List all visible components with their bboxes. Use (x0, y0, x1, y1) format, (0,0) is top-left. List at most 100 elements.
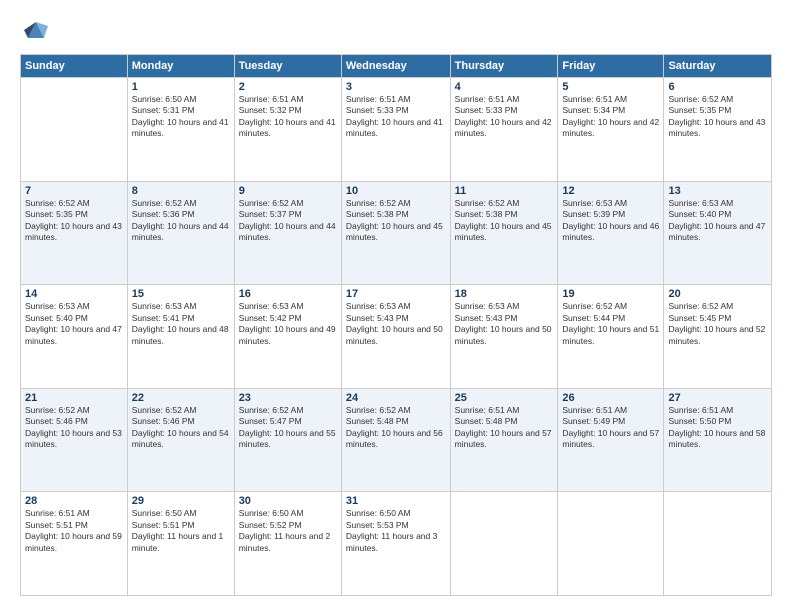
day-cell: 5Sunrise: 6:51 AMSunset: 5:34 PMDaylight… (558, 78, 664, 182)
day-cell: 9Sunrise: 6:52 AMSunset: 5:37 PMDaylight… (234, 181, 341, 285)
day-info: Sunrise: 6:52 AMSunset: 5:44 PMDaylight:… (562, 301, 659, 347)
weekday-header-wednesday: Wednesday (341, 55, 450, 78)
day-info: Sunrise: 6:52 AMSunset: 5:36 PMDaylight:… (132, 198, 230, 244)
day-number: 14 (25, 288, 123, 300)
day-number: 25 (455, 392, 554, 404)
week-row-5: 28Sunrise: 6:51 AMSunset: 5:51 PMDayligh… (21, 492, 772, 596)
weekday-header-sunday: Sunday (21, 55, 128, 78)
day-cell (21, 78, 128, 182)
header (20, 16, 772, 44)
day-info: Sunrise: 6:51 AMSunset: 5:48 PMDaylight:… (455, 405, 554, 451)
week-row-2: 7Sunrise: 6:52 AMSunset: 5:35 PMDaylight… (21, 181, 772, 285)
day-info: Sunrise: 6:53 AMSunset: 5:40 PMDaylight:… (25, 301, 123, 347)
day-cell: 12Sunrise: 6:53 AMSunset: 5:39 PMDayligh… (558, 181, 664, 285)
weekday-header-monday: Monday (127, 55, 234, 78)
day-number: 21 (25, 392, 123, 404)
day-cell: 2Sunrise: 6:51 AMSunset: 5:32 PMDaylight… (234, 78, 341, 182)
day-number: 23 (239, 392, 337, 404)
day-cell (664, 492, 772, 596)
day-cell: 14Sunrise: 6:53 AMSunset: 5:40 PMDayligh… (21, 285, 128, 389)
day-number: 19 (562, 288, 659, 300)
day-cell: 25Sunrise: 6:51 AMSunset: 5:48 PMDayligh… (450, 388, 558, 492)
day-number: 22 (132, 392, 230, 404)
day-cell: 18Sunrise: 6:53 AMSunset: 5:43 PMDayligh… (450, 285, 558, 389)
day-info: Sunrise: 6:51 AMSunset: 5:33 PMDaylight:… (346, 94, 446, 140)
day-info: Sunrise: 6:52 AMSunset: 5:38 PMDaylight:… (455, 198, 554, 244)
day-number: 4 (455, 81, 554, 93)
day-number: 13 (668, 185, 767, 197)
day-info: Sunrise: 6:52 AMSunset: 5:48 PMDaylight:… (346, 405, 446, 451)
day-cell: 24Sunrise: 6:52 AMSunset: 5:48 PMDayligh… (341, 388, 450, 492)
calendar-page: SundayMondayTuesdayWednesdayThursdayFrid… (0, 0, 792, 612)
day-cell: 16Sunrise: 6:53 AMSunset: 5:42 PMDayligh… (234, 285, 341, 389)
day-number: 29 (132, 495, 230, 507)
day-cell: 22Sunrise: 6:52 AMSunset: 5:46 PMDayligh… (127, 388, 234, 492)
day-number: 30 (239, 495, 337, 507)
day-cell: 19Sunrise: 6:52 AMSunset: 5:44 PMDayligh… (558, 285, 664, 389)
weekday-header-friday: Friday (558, 55, 664, 78)
day-cell (558, 492, 664, 596)
week-row-4: 21Sunrise: 6:52 AMSunset: 5:46 PMDayligh… (21, 388, 772, 492)
logo (20, 16, 56, 44)
day-number: 11 (455, 185, 554, 197)
day-cell: 3Sunrise: 6:51 AMSunset: 5:33 PMDaylight… (341, 78, 450, 182)
day-cell: 23Sunrise: 6:52 AMSunset: 5:47 PMDayligh… (234, 388, 341, 492)
day-info: Sunrise: 6:53 AMSunset: 5:43 PMDaylight:… (346, 301, 446, 347)
calendar-table: SundayMondayTuesdayWednesdayThursdayFrid… (20, 54, 772, 596)
day-cell: 31Sunrise: 6:50 AMSunset: 5:53 PMDayligh… (341, 492, 450, 596)
day-cell: 30Sunrise: 6:50 AMSunset: 5:52 PMDayligh… (234, 492, 341, 596)
day-number: 28 (25, 495, 123, 507)
day-info: Sunrise: 6:51 AMSunset: 5:50 PMDaylight:… (668, 405, 767, 451)
day-cell: 27Sunrise: 6:51 AMSunset: 5:50 PMDayligh… (664, 388, 772, 492)
day-cell: 21Sunrise: 6:52 AMSunset: 5:46 PMDayligh… (21, 388, 128, 492)
day-number: 27 (668, 392, 767, 404)
day-cell: 11Sunrise: 6:52 AMSunset: 5:38 PMDayligh… (450, 181, 558, 285)
day-info: Sunrise: 6:50 AMSunset: 5:53 PMDaylight:… (346, 508, 446, 554)
day-info: Sunrise: 6:51 AMSunset: 5:49 PMDaylight:… (562, 405, 659, 451)
weekday-header-thursday: Thursday (450, 55, 558, 78)
day-info: Sunrise: 6:52 AMSunset: 5:35 PMDaylight:… (25, 198, 123, 244)
logo-icon (20, 16, 52, 44)
day-cell: 6Sunrise: 6:52 AMSunset: 5:35 PMDaylight… (664, 78, 772, 182)
day-info: Sunrise: 6:53 AMSunset: 5:43 PMDaylight:… (455, 301, 554, 347)
day-cell: 17Sunrise: 6:53 AMSunset: 5:43 PMDayligh… (341, 285, 450, 389)
week-row-3: 14Sunrise: 6:53 AMSunset: 5:40 PMDayligh… (21, 285, 772, 389)
week-row-1: 1Sunrise: 6:50 AMSunset: 5:31 PMDaylight… (21, 78, 772, 182)
day-number: 1 (132, 81, 230, 93)
day-cell: 29Sunrise: 6:50 AMSunset: 5:51 PMDayligh… (127, 492, 234, 596)
day-info: Sunrise: 6:53 AMSunset: 5:42 PMDaylight:… (239, 301, 337, 347)
day-info: Sunrise: 6:52 AMSunset: 5:46 PMDaylight:… (25, 405, 123, 451)
weekday-header-row: SundayMondayTuesdayWednesdayThursdayFrid… (21, 55, 772, 78)
weekday-header-tuesday: Tuesday (234, 55, 341, 78)
day-number: 18 (455, 288, 554, 300)
day-number: 2 (239, 81, 337, 93)
day-number: 20 (668, 288, 767, 300)
day-number: 10 (346, 185, 446, 197)
day-info: Sunrise: 6:53 AMSunset: 5:40 PMDaylight:… (668, 198, 767, 244)
day-number: 24 (346, 392, 446, 404)
day-cell: 8Sunrise: 6:52 AMSunset: 5:36 PMDaylight… (127, 181, 234, 285)
day-info: Sunrise: 6:51 AMSunset: 5:33 PMDaylight:… (455, 94, 554, 140)
day-cell: 20Sunrise: 6:52 AMSunset: 5:45 PMDayligh… (664, 285, 772, 389)
day-number: 9 (239, 185, 337, 197)
day-info: Sunrise: 6:52 AMSunset: 5:37 PMDaylight:… (239, 198, 337, 244)
day-info: Sunrise: 6:52 AMSunset: 5:38 PMDaylight:… (346, 198, 446, 244)
day-info: Sunrise: 6:50 AMSunset: 5:52 PMDaylight:… (239, 508, 337, 554)
day-number: 6 (668, 81, 767, 93)
day-cell: 28Sunrise: 6:51 AMSunset: 5:51 PMDayligh… (21, 492, 128, 596)
day-info: Sunrise: 6:52 AMSunset: 5:46 PMDaylight:… (132, 405, 230, 451)
day-cell: 15Sunrise: 6:53 AMSunset: 5:41 PMDayligh… (127, 285, 234, 389)
day-number: 7 (25, 185, 123, 197)
day-info: Sunrise: 6:51 AMSunset: 5:32 PMDaylight:… (239, 94, 337, 140)
day-cell: 4Sunrise: 6:51 AMSunset: 5:33 PMDaylight… (450, 78, 558, 182)
day-number: 5 (562, 81, 659, 93)
day-number: 3 (346, 81, 446, 93)
day-info: Sunrise: 6:51 AMSunset: 5:34 PMDaylight:… (562, 94, 659, 140)
day-number: 17 (346, 288, 446, 300)
day-info: Sunrise: 6:51 AMSunset: 5:51 PMDaylight:… (25, 508, 123, 554)
day-number: 31 (346, 495, 446, 507)
day-number: 8 (132, 185, 230, 197)
day-info: Sunrise: 6:53 AMSunset: 5:39 PMDaylight:… (562, 198, 659, 244)
day-info: Sunrise: 6:52 AMSunset: 5:35 PMDaylight:… (668, 94, 767, 140)
day-info: Sunrise: 6:52 AMSunset: 5:47 PMDaylight:… (239, 405, 337, 451)
